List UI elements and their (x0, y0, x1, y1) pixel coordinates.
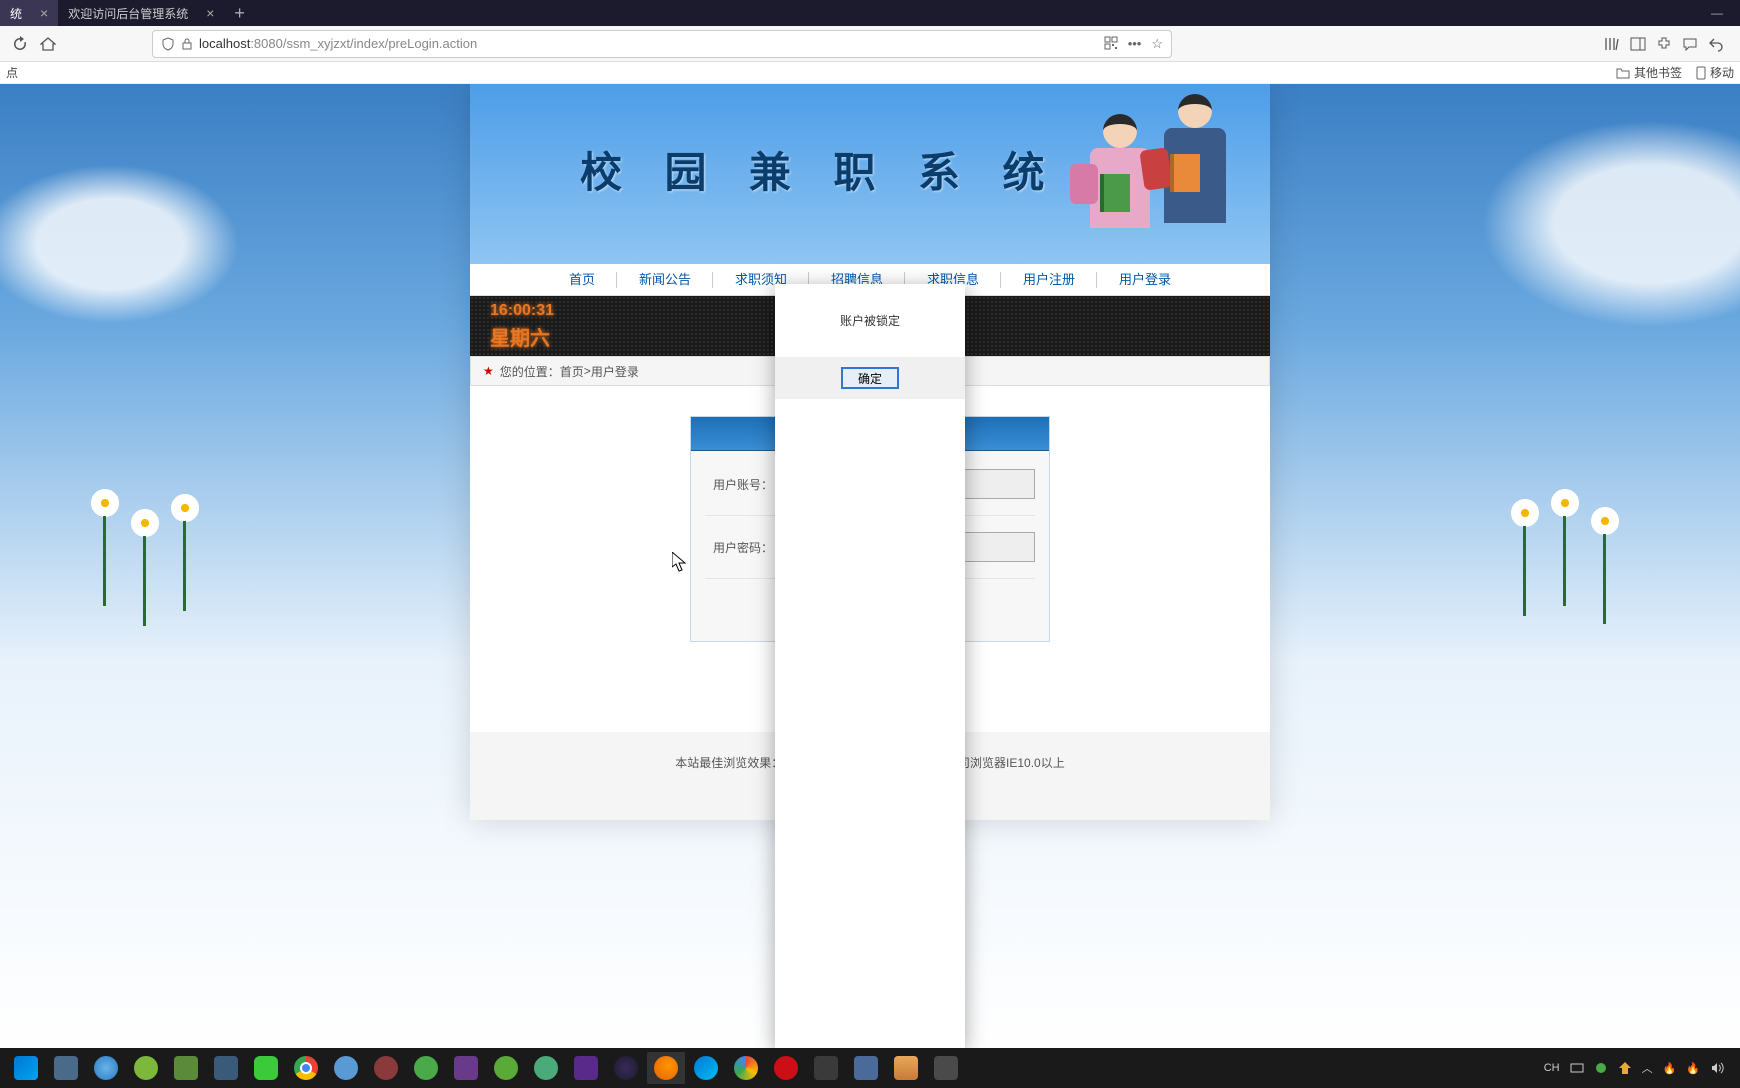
modal-ok-button[interactable]: 确定 (841, 367, 899, 389)
nav-news[interactable]: 新闻公告 (617, 264, 713, 295)
browser-tab-2[interactable]: 欢迎访问后台管理系统 × (58, 0, 224, 26)
bookmark-item[interactable]: 点 (6, 64, 18, 81)
taskbar-app[interactable] (47, 1052, 85, 1084)
browser-tab-1[interactable]: 统 × (0, 0, 58, 26)
taskbar-app[interactable] (727, 1052, 765, 1084)
url-path: /ssm_xyjzxt/index/preLogin.action (283, 36, 477, 51)
taskbar-app[interactable] (127, 1052, 165, 1084)
clock-weekday: 星期六 (490, 322, 554, 351)
taskbar-app[interactable] (87, 1052, 125, 1084)
address-bar: localhost:8080/ssm_xyjzxt/index/preLogin… (0, 26, 1740, 62)
sidebar-icon[interactable] (1630, 36, 1646, 52)
url-domain: localhost (199, 36, 250, 51)
tab-title: 欢迎访问后台管理系统 (68, 5, 188, 22)
bookmarks-bar: 点 其他书签 移动 (0, 62, 1740, 84)
taskbar-eclipse[interactable] (607, 1052, 645, 1084)
taskbar-app[interactable] (847, 1052, 885, 1084)
alert-modal: 账户被锁定 确定 (775, 284, 965, 1048)
start-button[interactable] (7, 1052, 45, 1084)
taskbar-app[interactable] (367, 1052, 405, 1084)
taskbar-opera[interactable] (767, 1052, 805, 1084)
taskbar-app[interactable] (327, 1052, 365, 1084)
system-tray: CH ︿ 🔥 🔥 (1544, 1060, 1734, 1076)
nav-register[interactable]: 用户注册 (1001, 264, 1097, 295)
cloud-decoration (1481, 120, 1740, 328)
close-icon[interactable]: × (206, 5, 214, 21)
undo-icon[interactable] (1708, 36, 1724, 52)
ime-indicator[interactable]: CH (1544, 1062, 1560, 1074)
reload-icon[interactable] (10, 34, 30, 54)
tray-chevron-up-icon[interactable]: ︿ (1642, 1060, 1653, 1076)
close-icon[interactable]: × (40, 5, 48, 21)
bookmark-star-icon[interactable]: ☆ (1151, 36, 1163, 52)
nav-login[interactable]: 用户登录 (1097, 264, 1193, 295)
tray-icon[interactable] (1594, 1061, 1608, 1075)
flower-decoration (1500, 488, 1660, 668)
mobile-bookmarks[interactable]: 移动 (1696, 64, 1734, 81)
star-icon: ★ (483, 364, 494, 378)
flower-decoration (80, 488, 240, 668)
clock-time: 16:00:31 (490, 302, 554, 320)
lock-icon (181, 38, 193, 50)
new-tab-button[interactable]: + (224, 3, 255, 24)
tab-title: 统 (10, 5, 22, 22)
taskbar-app[interactable] (167, 1052, 205, 1084)
shield-icon (161, 37, 175, 51)
breadcrumb-home[interactable]: 首页 (560, 363, 584, 380)
home-icon[interactable] (38, 34, 58, 54)
chat-icon[interactable] (1682, 36, 1698, 52)
more-icon[interactable]: ••• (1128, 36, 1142, 52)
taskbar-app[interactable] (247, 1052, 285, 1084)
browser-tabs-bar: 统 × 欢迎访问后台管理系统 × + — (0, 0, 1740, 26)
minimize-button[interactable]: — (1694, 0, 1740, 26)
site-banner: 校 园 兼 职 系 统 (470, 84, 1270, 264)
url-input[interactable]: localhost:8080/ssm_xyjzxt/index/preLogin… (152, 30, 1172, 58)
taskbar-app[interactable] (807, 1052, 845, 1084)
taskbar-firefox[interactable] (647, 1052, 685, 1084)
page-background: 校 园 兼 职 系 统 首页 新闻公告 求职须知 招聘信息 求职信息 用户注册 … (0, 84, 1740, 1048)
taskbar-app[interactable] (207, 1052, 245, 1084)
taskbar-app[interactable] (527, 1052, 565, 1084)
taskbar-app[interactable] (887, 1052, 925, 1084)
volume-icon[interactable] (1710, 1061, 1724, 1075)
other-bookmarks[interactable]: 其他书签 (1616, 64, 1682, 81)
modal-message: 账户被锁定 (775, 284, 965, 357)
taskbar-vs[interactable] (567, 1052, 605, 1084)
students-illustration (1080, 84, 1260, 264)
tray-icon[interactable]: 🔥 (1663, 1062, 1677, 1075)
taskbar: CH ︿ 🔥 🔥 (0, 1048, 1740, 1088)
library-icon[interactable] (1604, 36, 1620, 52)
breadcrumb-current: 用户登录 (591, 363, 639, 380)
breadcrumb-sep: > (584, 364, 591, 378)
taskbar-edge[interactable] (687, 1052, 725, 1084)
password-label: 用户密码： (705, 539, 773, 556)
taskbar-chrome[interactable] (287, 1052, 325, 1084)
taskbar-app[interactable] (407, 1052, 445, 1084)
nav-home[interactable]: 首页 (547, 264, 617, 295)
extension-icon[interactable] (1656, 36, 1672, 52)
tray-icon[interactable] (1570, 1061, 1584, 1075)
site-title: 校 园 兼 职 系 统 (580, 139, 1061, 200)
qr-icon[interactable] (1104, 36, 1118, 52)
breadcrumb-label: 您的位置： (500, 363, 560, 380)
taskbar-app[interactable] (927, 1052, 965, 1084)
url-port: :8080 (250, 36, 283, 51)
taskbar-app[interactable] (447, 1052, 485, 1084)
cloud-decoration (0, 164, 240, 324)
username-label: 用户账号： (705, 476, 773, 493)
tray-icon[interactable] (1618, 1061, 1632, 1075)
taskbar-app[interactable] (487, 1052, 525, 1084)
tray-icon[interactable]: 🔥 (1686, 1062, 1700, 1075)
